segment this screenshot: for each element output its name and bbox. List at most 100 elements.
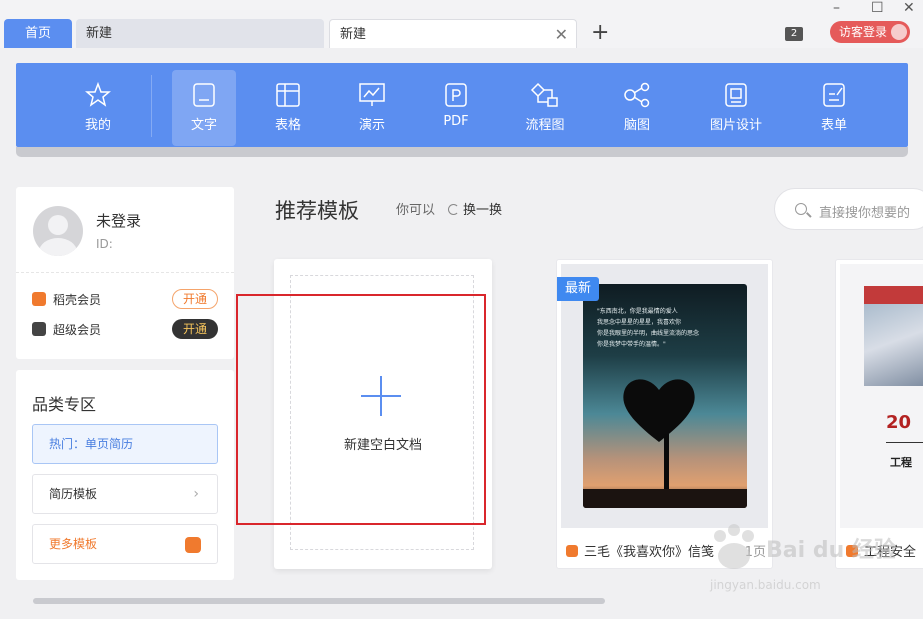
refresh-button[interactable]: 换一换 [448, 199, 502, 218]
newest-badge: 最新 [557, 277, 599, 301]
docer-open-button[interactable]: 开通 [172, 289, 218, 309]
poster-line: 你是我梦中带手的温情。" [597, 341, 666, 348]
member-label: 超级会员 [53, 323, 102, 337]
toolbar-label: 演示 [358, 118, 385, 133]
table-icon [276, 83, 300, 107]
toolbar-divider [151, 75, 152, 137]
highlight-annotation [236, 294, 486, 525]
image-design-icon [725, 83, 747, 107]
template-thumbnail: 20 工程 [840, 264, 923, 528]
category-label: 简历模板 [49, 487, 98, 501]
heart-tree-illustration [623, 379, 695, 442]
toolbar-item-mindmap[interactable]: 脑图 [605, 70, 669, 146]
toolbar-item-presentation[interactable]: 演示 [340, 70, 404, 146]
window-close-icon[interactable]: ✕ [903, 0, 915, 16]
user-card: 未登录 ID: 稻壳会员 开通 超级会员 开通 [16, 187, 234, 359]
template-thumbnail: "东西南北，你是我最情的爱人 我思念中星星的星星，我喜欢你 你是我眼里的半明，曲… [561, 264, 768, 528]
template-red-band [864, 286, 923, 304]
form-icon [823, 83, 845, 107]
guest-login-button[interactable]: 访客登录 [830, 21, 910, 43]
toolbar-item-sheet[interactable]: 表格 [256, 70, 320, 146]
baidu-jingyan-watermark: Bai du 经验 jingyan.baidu.com [706, 522, 896, 602]
toolbar-item-mine[interactable]: 我的 [66, 70, 130, 146]
super-open-button[interactable]: 开通 [172, 319, 218, 339]
docer-logo-icon [185, 537, 201, 553]
member-label: 稻壳会员 [53, 293, 102, 307]
guest-login-label: 访客登录 [839, 25, 888, 39]
window-count-badge[interactable]: 2 [785, 27, 803, 41]
minimize-icon[interactable]: – [833, 0, 840, 16]
toolbar-item-pdf[interactable]: PDF [424, 70, 488, 146]
tab-new-2[interactable]: 新建 ✕ [329, 19, 577, 48]
super-vip-icon [32, 322, 46, 336]
search-input[interactable]: 直接搜你想要的 [819, 202, 910, 221]
docer-icon [566, 545, 578, 557]
section-title: 推荐模板 [275, 199, 359, 223]
avatar-body [39, 238, 77, 256]
horizontal-scrollbar[interactable] [33, 598, 605, 604]
toolbar-item-text[interactable]: 文字 [172, 70, 236, 146]
star-icon [85, 82, 111, 107]
avatar-icon [891, 24, 907, 40]
toolbar-label: 文字 [190, 118, 217, 133]
template-year: 20 [886, 412, 912, 433]
paw-logo-icon [714, 524, 754, 569]
category-label: 更多模板 [49, 537, 98, 551]
toolbar-label: 图片设计 [709, 118, 762, 133]
watermark-url: jingyan.baidu.com [710, 578, 821, 592]
tab-label: 新建 [340, 27, 367, 42]
tree-trunk [664, 434, 669, 489]
pdf-icon [445, 83, 467, 107]
poster-text: "东西南北，你是我最情的爱人 我思念中星星的星星，我喜欢你 你是我眼里的半明，曲… [597, 306, 737, 350]
app-toolbar: 我的 文字 表格 演示 PDF 流程图 脑图 图片设计 表单 [16, 63, 908, 147]
member-row-docer: 稻壳会员 [32, 290, 101, 310]
toolbar-item-flowchart[interactable]: 流程图 [513, 70, 577, 146]
template-search[interactable]: 直接搜你想要的 [774, 188, 923, 230]
toolbar-label: 表格 [274, 118, 301, 133]
divider [16, 272, 234, 273]
refresh-label: 换一换 [463, 203, 503, 218]
toolbar-label: 表单 [820, 118, 847, 133]
maximize-icon[interactable]: ☐ [871, 0, 884, 16]
toolbar-label: 流程图 [525, 118, 565, 133]
poster-line: 我思念中星星的星星，我喜欢你 [597, 319, 682, 326]
watermark-text: Bai du 经验 [766, 538, 896, 563]
avatar-head [48, 215, 68, 235]
category-title: 品类专区 [32, 395, 97, 414]
template-title: 三毛《我喜欢你》信笺 [566, 541, 714, 560]
poster-line: "东西南北，你是我最情的爱人 [597, 308, 678, 315]
add-tab-icon[interactable]: + [591, 20, 609, 46]
template-title-text: 三毛《我喜欢你》信笺 [584, 545, 715, 560]
template-subtitle: 工程 [890, 456, 912, 469]
chevron-right-icon: › [193, 486, 199, 502]
toolbar-scrollbar[interactable] [16, 147, 908, 157]
refresh-icon [448, 204, 459, 215]
toolbar-item-form[interactable]: 表单 [802, 70, 866, 146]
mindmap-icon [624, 82, 650, 108]
search-icon [795, 203, 807, 215]
category-item-hot-resume[interactable]: 热门：单页简历 [32, 424, 218, 464]
category-card: 品类专区 热门：单页简历 简历模板 › 更多模板 [16, 370, 234, 580]
docer-vip-icon [32, 292, 46, 306]
toolbar-label: 我的 [84, 118, 111, 133]
tab-bar: 首页 新建 新建 ✕ + – ☐ ✕ 2 访客登录 [0, 0, 923, 48]
member-row-super: 超级会员 [32, 320, 101, 340]
toolbar-label: 脑图 [623, 118, 650, 133]
poster-line: 你是我眼里的半明，曲线里流淌的思念 [597, 330, 700, 337]
tab-new-1[interactable]: 新建 [76, 19, 324, 48]
presentation-icon [359, 83, 385, 106]
category-item-more-templates[interactable]: 更多模板 [32, 524, 218, 564]
tab-home[interactable]: 首页 [4, 19, 72, 48]
close-icon[interactable]: ✕ [555, 20, 568, 49]
user-name[interactable]: 未登录 [96, 210, 141, 231]
document-icon [193, 83, 215, 107]
toolbar-label: PDF [443, 114, 469, 129]
poster-image: "东西南北，你是我最情的爱人 我思念中星星的星星，我喜欢你 你是我眼里的半明，曲… [583, 284, 747, 508]
category-item-resume-templates[interactable]: 简历模板 › [32, 474, 218, 514]
refresh-hint: 你可以 [396, 203, 436, 218]
divider [886, 442, 923, 443]
user-id: ID: [96, 237, 113, 251]
toolbar-item-image-design[interactable]: 图片设计 [704, 70, 768, 146]
avatar[interactable] [33, 206, 83, 256]
ground [583, 489, 747, 508]
